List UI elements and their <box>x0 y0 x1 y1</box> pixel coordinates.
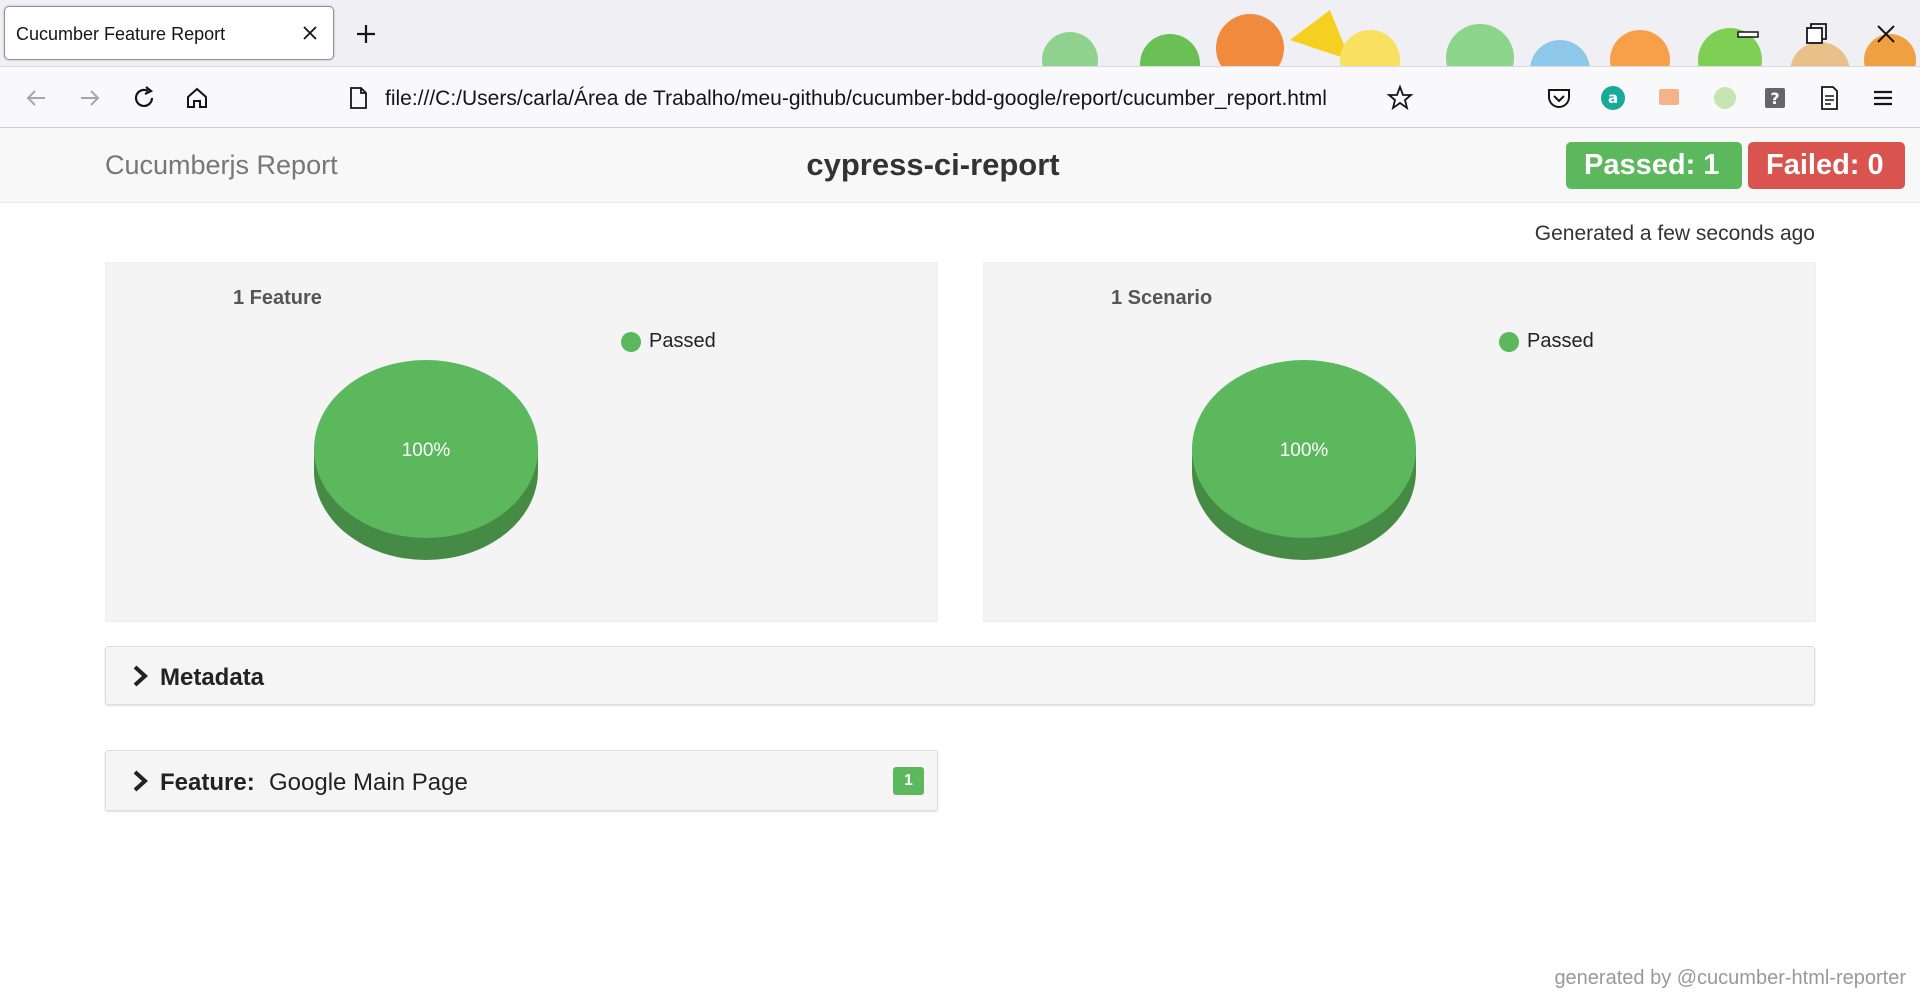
feature-label: Feature: <box>160 769 255 796</box>
svg-text:?: ? <box>1770 89 1779 108</box>
metadata-section[interactable]: Metadata <box>105 646 1815 705</box>
extension-icon[interactable] <box>1710 83 1740 113</box>
chart-legend[interactable]: Passed <box>1499 330 1594 353</box>
pie-data-label: 100% <box>402 440 451 461</box>
restore-icon[interactable] <box>1801 18 1833 50</box>
forward-icon[interactable] <box>73 81 107 115</box>
pie-chart: 100% <box>1192 360 1416 560</box>
chevron-right-icon <box>133 770 148 792</box>
pocket-icon[interactable] <box>1544 83 1574 113</box>
tab-title: Cucumber Feature Report <box>16 24 226 44</box>
legend-swatch <box>621 331 641 352</box>
new-tab-icon[interactable] <box>352 20 380 48</box>
generated-timestamp: Generated a few seconds ago <box>1534 222 1815 245</box>
chart-legend[interactable]: Passed <box>621 330 716 353</box>
browser-nav-bar: file:///C:/Users/carla/Área de Trabalho/… <box>0 66 1920 128</box>
report-header: Cucumberjs Report cypress-ci-report Pass… <box>0 128 1920 203</box>
help-extension-icon[interactable]: ? <box>1760 83 1790 113</box>
close-tab-icon[interactable] <box>297 20 323 46</box>
svg-text:a: a <box>1608 89 1618 107</box>
url-bar[interactable]: file:///C:/Users/carla/Área de Trabalho/… <box>335 76 1425 120</box>
pie-chart: 100% <box>314 360 538 560</box>
failed-count-badge: Failed: 0 <box>1748 142 1905 189</box>
feature-name: Google Main Page <box>269 769 468 796</box>
translate-extension-icon[interactable] <box>1654 83 1684 113</box>
feature-section[interactable]: Feature: Google Main Page 1 <box>105 750 938 811</box>
page-icon <box>350 87 367 109</box>
chart-title: 1 Feature <box>233 287 322 309</box>
chevron-right-icon <box>133 665 148 687</box>
bookmark-star-icon[interactable] <box>1383 81 1417 115</box>
close-window-icon[interactable] <box>1870 18 1902 50</box>
back-icon[interactable] <box>19 81 53 115</box>
legend-swatch <box>1499 331 1519 352</box>
amazon-extension-icon[interactable]: a <box>1598 83 1628 113</box>
browser-tab[interactable]: Cucumber Feature Report <box>4 6 334 60</box>
reload-icon[interactable] <box>127 81 161 115</box>
scenario-count-badge: 1 <box>893 767 924 795</box>
pie-data-label: 100% <box>1280 440 1329 461</box>
features-chart-panel: 1 Feature 100% Passed <box>105 262 938 622</box>
metadata-title: Metadata <box>160 664 265 691</box>
legend-label: Passed <box>649 330 716 352</box>
chart-title: 1 Scenario <box>1111 287 1213 309</box>
passed-count-badge: Passed: 1 <box>1566 142 1742 189</box>
browser-tab-bar: Cucumber Feature Report <box>0 0 1920 66</box>
reader-extension-icon[interactable] <box>1814 83 1844 113</box>
scenarios-chart-panel: 1 Scenario 100% Passed <box>983 262 1816 622</box>
legend-label: Passed <box>1527 330 1594 352</box>
pokemon-theme-art <box>1042 10 1916 66</box>
url-text: file:///C:/Users/carla/Área de Trabalho/… <box>385 87 1327 110</box>
minimize-icon[interactable] <box>1732 18 1764 50</box>
home-icon[interactable] <box>180 81 214 115</box>
menu-icon[interactable] <box>1868 83 1898 113</box>
footer-credit: generated by @cucumber-html-reporter <box>1554 967 1906 989</box>
